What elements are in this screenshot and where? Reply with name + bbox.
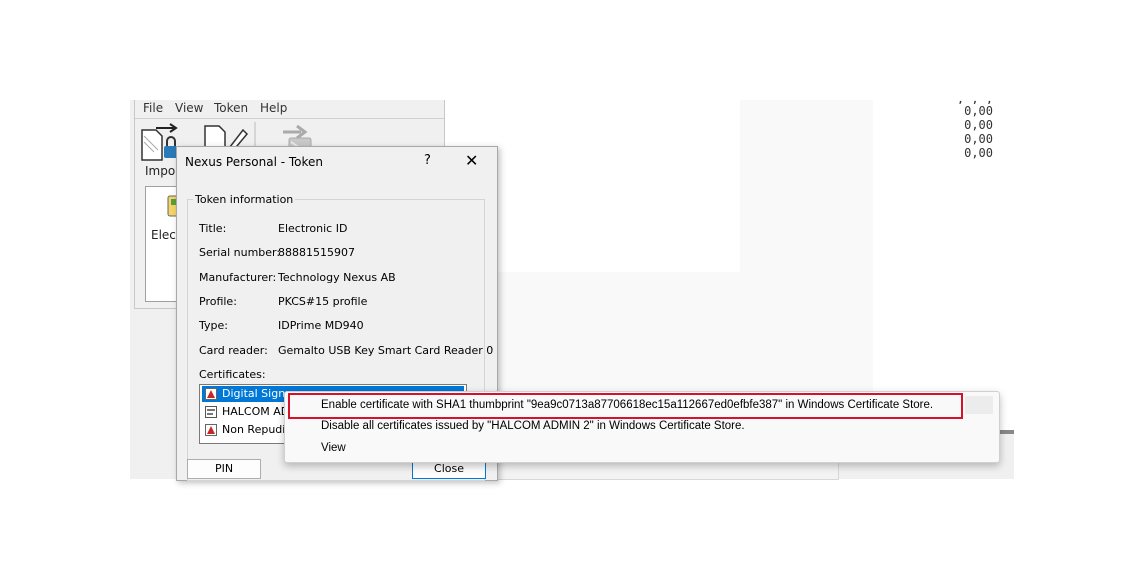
numbers-pane: , , , 0,00 0,00 0,00 0,00: [873, 96, 1014, 431]
type-value: IDPrime MD940: [278, 319, 364, 332]
dialog-title: Nexus Personal - Token: [185, 155, 324, 169]
number-list: , , , 0,00 0,00 0,00 0,00: [933, 96, 993, 160]
certificate-icon: [205, 424, 217, 436]
toolbar-divider: [135, 118, 444, 119]
close-icon[interactable]: ✕: [465, 151, 478, 170]
profile-label: Profile:: [199, 295, 237, 308]
certificate-icon: [205, 388, 217, 400]
certificate-icon: [205, 406, 217, 418]
menu-hover-indicator: [965, 396, 993, 414]
menu-view[interactable]: View: [175, 101, 203, 115]
serial-value: 88881515907: [278, 246, 355, 259]
certificates-label: Certificates:: [199, 368, 266, 381]
title-label: Title:: [199, 222, 227, 235]
manufacturer-label: Manufacturer:: [199, 271, 277, 284]
card-reader-label: Card reader:: [199, 344, 268, 357]
context-menu: Enable certificate with SHA1 thumbprint …: [284, 391, 1000, 463]
enable-certificate-menu-item[interactable]: Enable certificate with SHA1 thumbprint …: [321, 399, 933, 411]
number-cell: 0,00: [964, 146, 993, 160]
menu-token[interactable]: Token: [214, 101, 248, 115]
number-cell: 0,00: [964, 118, 993, 132]
import-label: Impor: [145, 164, 181, 178]
manufacturer-value: Technology Nexus AB: [278, 271, 396, 284]
number-cell: 0,00: [964, 104, 993, 118]
view-menu-item[interactable]: View: [321, 442, 346, 454]
menu-help[interactable]: Help: [260, 101, 287, 115]
pin-button[interactable]: PIN: [187, 459, 261, 479]
certificate-name: Non Repudia: [222, 423, 293, 436]
card-reader-value: Gemalto USB Key Smart Card Reader 0: [278, 344, 494, 357]
serial-label: Serial number:: [199, 246, 281, 259]
type-label: Type:: [199, 319, 228, 332]
certificate-name: Digital Signa: [222, 387, 292, 400]
disable-certificates-menu-item[interactable]: Disable all certificates issued by "HALC…: [321, 420, 745, 432]
help-button[interactable]: ?: [424, 153, 431, 168]
group-title: Token information: [193, 193, 296, 206]
menubar: File View Token Help: [135, 100, 444, 118]
menu-file[interactable]: File: [143, 101, 163, 115]
number-cell: 0,00: [964, 132, 993, 146]
title-value: Electronic ID: [278, 222, 348, 235]
number-cell: , , ,: [956, 96, 993, 104]
certificate-name: HALCOM AD: [222, 405, 290, 418]
profile-value: PKCS#15 profile: [278, 295, 368, 308]
